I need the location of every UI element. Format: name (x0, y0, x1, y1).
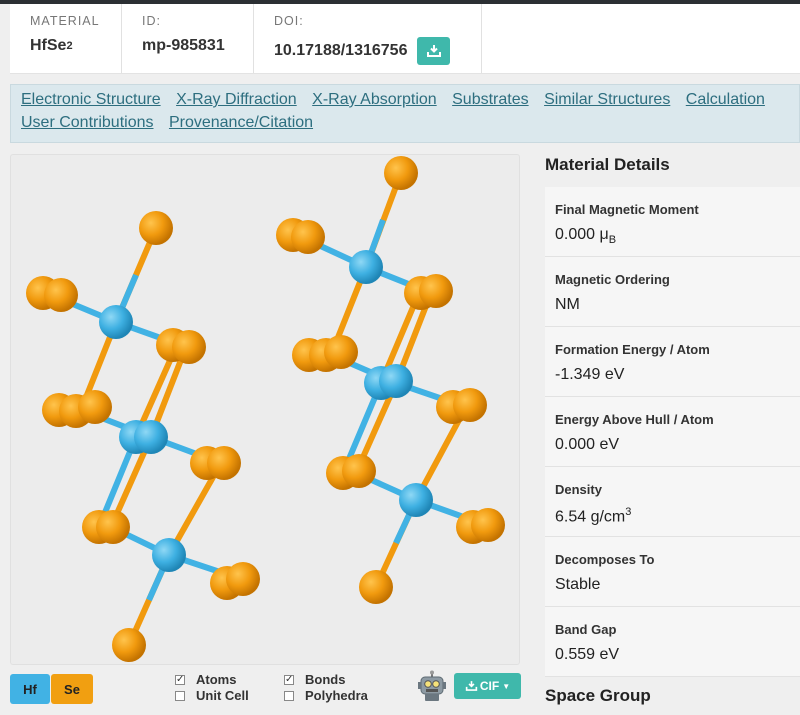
caret-down-icon: ▼ (502, 681, 511, 691)
material-id: mp-985831 (142, 37, 225, 54)
detail-band-gap: Band Gap 0.559 eV (545, 607, 800, 677)
nav-substrates[interactable]: Substrates (452, 91, 528, 108)
detail-label: Final Magnetic Moment (555, 202, 699, 217)
atoms-label: Atoms (196, 672, 237, 687)
material-formula: HfSe 2 (30, 37, 101, 55)
atoms-checkbox-row[interactable]: ✓ Atoms (175, 672, 236, 687)
bonds-checkbox-row[interactable]: ✓ Bonds (284, 672, 345, 687)
se-atom (359, 570, 393, 604)
detail-label: Energy Above Hull / Atom (555, 412, 714, 427)
hf-atom (399, 483, 433, 517)
detail-label: Band Gap (555, 622, 617, 637)
nav-calculation[interactable]: Calculation (686, 91, 765, 108)
material-details-panel: Final Magnetic Moment 0.000 μB Magnetic … (545, 187, 800, 677)
section-nav: Electronic Structure X-Ray Diffraction X… (10, 84, 800, 143)
detail-value: Stable (555, 576, 601, 593)
nav-electronic-structure[interactable]: Electronic Structure (21, 91, 161, 108)
se-atom (139, 211, 173, 245)
legend-se[interactable]: Se (51, 674, 93, 704)
se-atom (207, 446, 241, 480)
polyhedra-checkbox[interactable] (284, 690, 294, 701)
nav-provenance-citation[interactable]: Provenance/Citation (169, 114, 313, 131)
polyhedra-checkbox-row[interactable]: Polyhedra (284, 688, 368, 703)
se-atom (291, 220, 325, 254)
se-atom (226, 562, 260, 596)
bohr-magneton-subscript: B (608, 234, 617, 247)
hf-atom (379, 364, 413, 398)
detail-label: Formation Energy / Atom (555, 342, 710, 357)
material-cell: MATERIAL HfSe 2 (10, 4, 122, 73)
nav-xray-diffraction[interactable]: X-Ray Diffraction (176, 91, 297, 108)
se-atom (112, 628, 146, 662)
detail-formation-energy: Formation Energy / Atom -1.349 eV (545, 327, 800, 397)
structure-viewer[interactable] (10, 154, 520, 665)
hf-atom (99, 305, 133, 339)
nav-similar-structures[interactable]: Similar Structures (544, 91, 670, 108)
detail-magnetic-ordering: Magnetic Ordering NM (545, 257, 800, 327)
doi-cell: DOI: 10.17188/1316756 (254, 4, 482, 73)
material-label: MATERIAL (30, 14, 100, 28)
detail-magnetic-moment: Final Magnetic Moment 0.000 μB (545, 187, 800, 257)
detail-label: Magnetic Ordering (555, 272, 670, 287)
viewer-controls: Hf Se ✓ Atoms Unit Cell ✓ Bonds Polyhedr… (10, 670, 530, 710)
se-atom (384, 156, 418, 190)
detail-value: -1.349 eV (555, 366, 625, 383)
nav-xray-absorption[interactable]: X-Ray Absorption (312, 91, 437, 108)
se-atom (419, 274, 453, 308)
detail-density: Density 6.54 g/cm3 (545, 467, 800, 537)
legend-hf[interactable]: Hf (10, 674, 50, 704)
cif-export-button[interactable]: CIF ▼ (454, 673, 521, 699)
bonds-label: Bonds (305, 672, 346, 687)
nav-row-1: Electronic Structure X-Ray Diffraction X… (21, 91, 789, 114)
detail-value: 6.54 g/cm3 (555, 506, 800, 526)
hf-atom (134, 420, 168, 454)
download-button[interactable] (417, 37, 451, 65)
se-atom (78, 390, 112, 424)
se-atom (324, 335, 358, 369)
se-atom (453, 388, 487, 422)
detail-value: 0.559 eV (555, 646, 620, 663)
detail-value: 0.000 eV (555, 436, 620, 453)
doi-label: DOI: (274, 14, 304, 28)
unit-cell-checkbox-row[interactable]: Unit Cell (175, 688, 249, 703)
formula-subscript: 2 (66, 40, 73, 52)
material-header: MATERIAL HfSe 2 ID: mp-985831 DOI: 10.171… (10, 4, 800, 74)
nav-user-contributions[interactable]: User Contributions (21, 114, 154, 131)
polyhedra-label: Polyhedra (305, 688, 368, 703)
detail-label: Decomposes To (555, 552, 655, 567)
download-icon (465, 681, 478, 691)
unit-cell-checkbox[interactable] (175, 690, 185, 701)
formula-base: HfSe (30, 37, 67, 54)
nav-row-2: User Contributions Provenance/Citation (21, 114, 789, 137)
se-atom (172, 330, 206, 364)
detail-label: Density (555, 482, 602, 497)
hf-atom (349, 250, 383, 284)
atoms-checkbox[interactable]: ✓ (175, 674, 185, 685)
robot-icon[interactable] (417, 670, 447, 702)
se-atom (44, 278, 78, 312)
density-value: 6.54 g/cm (555, 508, 626, 526)
material-details-title: Material Details (545, 155, 670, 174)
crystal-structure-render[interactable] (11, 155, 520, 665)
cif-label: CIF (479, 679, 500, 693)
doi-value[interactable]: 10.17188/1316756 (274, 42, 407, 60)
unit-cell-label: Unit Cell (196, 688, 249, 703)
hf-atom (152, 538, 186, 572)
se-atom (96, 510, 130, 544)
detail-decomposes-to: Decomposes To Stable (545, 537, 800, 607)
detail-value: 0.000 μB (555, 226, 800, 246)
se-atom (342, 454, 376, 488)
bonds-checkbox[interactable]: ✓ (284, 674, 294, 685)
space-group-title: Space Group (545, 686, 651, 705)
doi-row: 10.17188/1316756 (274, 37, 461, 65)
magnetic-moment-value: 0.000 μ (555, 226, 609, 243)
detail-energy-above-hull: Energy Above Hull / Atom 0.000 eV (545, 397, 800, 467)
id-label: ID: (142, 14, 161, 28)
se-atom (471, 508, 505, 542)
detail-value: NM (555, 296, 580, 313)
density-superscript: 3 (625, 506, 632, 518)
download-icon (426, 45, 441, 57)
id-cell: ID: mp-985831 (122, 4, 254, 73)
